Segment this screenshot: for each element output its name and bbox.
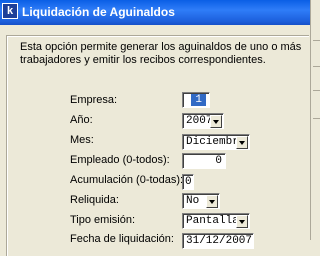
- dialog-body: Esta opción permite generar los aguinald…: [0, 25, 310, 256]
- title-bar[interactable]: k Liquidación de Aguinaldos: [0, 0, 310, 25]
- anio-value: 2007: [186, 115, 213, 127]
- anio-label: Año:: [70, 114, 93, 126]
- app-logo-icon[interactable]: k: [2, 3, 18, 19]
- acumulacion-label: Acumulación (0-todas):: [70, 174, 184, 186]
- mes-select[interactable]: Diciembre: [182, 134, 250, 150]
- fecha-liquidacion-label: Fecha de liquidación:: [70, 233, 174, 245]
- tipo-emision-label: Tipo emisión:: [70, 214, 136, 226]
- side-toolbar-strip: [310, 0, 320, 240]
- tipo-emision-value: Pantalla: [186, 215, 239, 227]
- toolbar-separator: [313, 90, 320, 91]
- anio-select[interactable]: 2007: [182, 113, 224, 129]
- chevron-down-icon[interactable]: [236, 136, 248, 149]
- mes-label: Mes:: [70, 134, 94, 146]
- toolbar-separator: [313, 40, 320, 41]
- empleado-label: Empleado (0-todos):: [70, 154, 170, 166]
- tipo-emision-select[interactable]: Pantalla: [182, 213, 250, 229]
- fecha-liquidacion-value: 31/12/2007: [186, 235, 253, 247]
- empleado-value: 0: [215, 155, 222, 167]
- group-frame: [6, 35, 309, 256]
- chevron-down-icon[interactable]: [210, 115, 222, 128]
- empleado-field[interactable]: 0: [182, 153, 226, 169]
- chevron-down-icon[interactable]: [236, 215, 248, 228]
- reliquida-select[interactable]: No: [182, 193, 220, 209]
- acumulacion-value: 0: [185, 176, 192, 188]
- empresa-field[interactable]: 1: [182, 92, 210, 108]
- description-text: Esta opción permite generar los aguinald…: [20, 41, 302, 66]
- toolbar-separator: [313, 118, 320, 119]
- fecha-liquidacion-field[interactable]: 31/12/2007: [182, 233, 254, 249]
- window-title: Liquidación de Aguinaldos: [22, 5, 175, 19]
- reliquida-label: Reliquida:: [70, 194, 119, 206]
- empresa-label: Empresa:: [70, 94, 118, 106]
- chevron-down-icon[interactable]: [206, 195, 218, 208]
- reliquida-value: No: [186, 195, 200, 207]
- empresa-value: 1: [191, 94, 206, 106]
- toolbar-separator: [313, 66, 320, 67]
- acumulacion-field[interactable]: 0: [182, 174, 194, 190]
